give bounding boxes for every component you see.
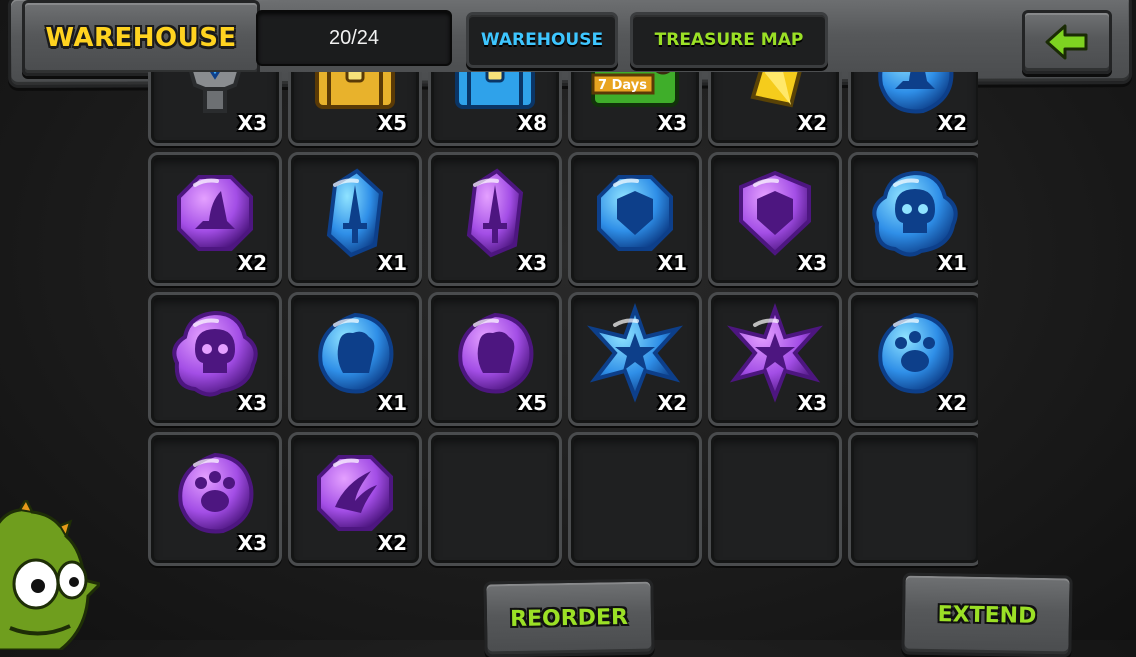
item-quantity: X1 <box>377 251 407 275</box>
inventory-slot[interactable]: X2 <box>708 72 842 146</box>
inventory-slot[interactable]: X2 <box>568 292 702 426</box>
inventory-slot[interactable]: X2 <box>848 292 978 426</box>
purple-paw-rune-icon <box>178 452 254 534</box>
inventory-slot[interactable]: X3 <box>708 152 842 286</box>
inventory-slot[interactable]: X1 <box>568 152 702 286</box>
purple-sword-rune-icon <box>466 168 524 258</box>
item-quantity: X2 <box>237 251 267 275</box>
inventory-slot[interactable]: X1 <box>288 152 422 286</box>
item-quantity: X5 <box>377 111 407 135</box>
item-quantity: X5 <box>517 391 547 415</box>
item-quantity: X3 <box>657 111 687 135</box>
blue-star-rune-icon <box>587 303 683 403</box>
inventory-slot[interactable]: X3 <box>148 292 282 426</box>
blue-shield-rune-icon <box>597 175 673 251</box>
page-title: WAREHOUSE <box>45 23 237 53</box>
item-quantity: X2 <box>937 111 967 135</box>
inventory-slot[interactable]: VIP 7 Days X3 <box>568 72 702 146</box>
svg-text:VIP: VIP <box>599 72 644 75</box>
title-plate: WAREHOUSE <box>22 0 260 76</box>
item-quantity: X3 <box>237 111 267 135</box>
item-quantity: X2 <box>797 111 827 135</box>
extend-button[interactable]: EXTEND <box>901 572 1073 657</box>
monster-mascot <box>0 496 103 652</box>
inventory-slot[interactable]: X1 <box>848 152 978 286</box>
item-quantity: X1 <box>657 251 687 275</box>
empty-inventory-slot[interactable] <box>428 432 562 566</box>
inventory-slot[interactable]: X2 <box>288 432 422 566</box>
inventory-slot[interactable]: X8 <box>428 72 562 146</box>
purple-claw-rune-icon <box>317 455 393 531</box>
tab-warehouse[interactable]: WAREHOUSE <box>466 12 618 68</box>
back-button[interactable] <box>1022 10 1112 74</box>
inventory-slot[interactable]: X5 <box>428 292 562 426</box>
inventory-slot[interactable]: X2 <box>848 72 978 146</box>
tab-treasure-map[interactable]: TREASURE MAP <box>630 12 828 68</box>
item-quantity: X2 <box>377 531 407 555</box>
inventory-slot[interactable]: X1 <box>288 292 422 426</box>
green-arrow-left-icon <box>1045 24 1088 60</box>
blue-skull-rune-icon <box>872 170 958 257</box>
capacity-counter: 20/24 <box>256 10 452 66</box>
purple-fist-rune-icon <box>458 312 534 394</box>
item-quantity: X1 <box>377 391 407 415</box>
empty-inventory-slot[interactable] <box>568 432 702 566</box>
empty-inventory-slot[interactable] <box>848 432 978 566</box>
item-quantity: X2 <box>657 391 687 415</box>
item-quantity: X1 <box>937 251 967 275</box>
inventory-grid: X3 X5 X8 VIP 7 Days X3 X2 X2 X2 X1 X3 X1 X3 X1 X… <box>148 72 978 640</box>
purple-shield-rune-icon <box>739 170 811 256</box>
reorder-button[interactable]: REORDER <box>483 578 655 657</box>
inventory-slot[interactable]: X3 <box>708 292 842 426</box>
empty-inventory-slot[interactable] <box>708 432 842 566</box>
svg-text:7 Days: 7 Days <box>598 78 647 93</box>
inventory-slot[interactable]: X2 <box>148 152 282 286</box>
purple-skull-rune-icon <box>172 310 258 397</box>
blue-sword-rune-icon <box>326 168 384 258</box>
blue-paw-rune-icon <box>878 312 954 394</box>
inventory-slot[interactable]: X3 <box>148 72 282 146</box>
item-quantity: X8 <box>517 111 547 135</box>
purple-hat-rune-icon <box>177 175 253 251</box>
purple-star-rune-icon <box>727 303 823 403</box>
item-quantity: X2 <box>937 391 967 415</box>
item-quantity: X3 <box>237 531 267 555</box>
item-quantity: X3 <box>517 251 547 275</box>
blue-fist-rune-icon <box>318 312 394 394</box>
capacity-counter-text: 20/24 <box>328 26 380 49</box>
inventory-slot[interactable]: X3 <box>428 152 562 286</box>
item-quantity: X3 <box>797 251 827 275</box>
inventory-slot[interactable]: X5 <box>288 72 422 146</box>
item-quantity: X3 <box>237 391 267 415</box>
item-quantity: X3 <box>797 391 827 415</box>
inventory-slot[interactable]: X3 <box>148 432 282 566</box>
